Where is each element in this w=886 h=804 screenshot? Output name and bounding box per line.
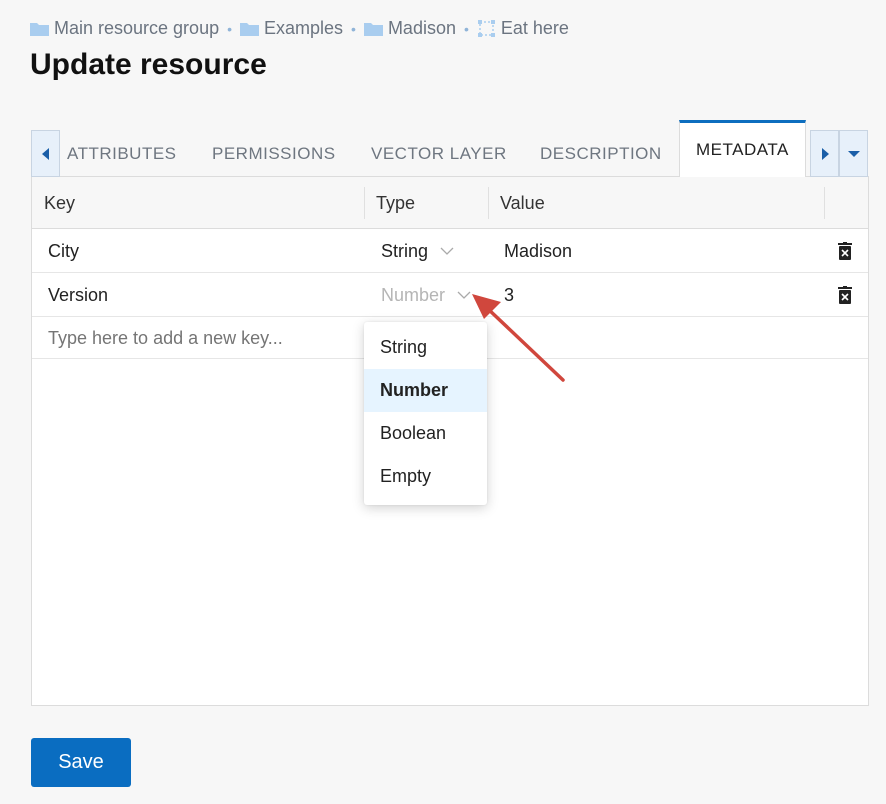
table-row: City String Madison bbox=[32, 229, 868, 273]
breadcrumb-item-madison[interactable]: Madison bbox=[363, 18, 456, 39]
column-divider bbox=[364, 187, 365, 219]
type-option-boolean[interactable]: Boolean bbox=[364, 412, 487, 455]
tab-vector-layer[interactable]: VECTOR LAYER bbox=[371, 130, 507, 177]
breadcrumb-label: Main resource group bbox=[54, 18, 220, 38]
tab-bar: ATTRIBUTES PERMISSIONS VECTOR LAYER DESC… bbox=[31, 120, 869, 177]
breadcrumb-separator: • bbox=[227, 20, 232, 37]
column-divider bbox=[488, 187, 489, 219]
breadcrumb-item-eat-here[interactable]: Eat here bbox=[477, 18, 569, 39]
delete-row-icon[interactable] bbox=[838, 242, 852, 260]
breadcrumb-separator: • bbox=[463, 20, 469, 37]
folder-icon bbox=[30, 23, 49, 36]
caret-left-icon bbox=[41, 147, 49, 160]
new-key-input[interactable]: Type here to add a new key... bbox=[48, 317, 283, 359]
type-dropdown-menu: String Number Boolean Empty bbox=[364, 322, 487, 505]
key-cell[interactable]: City bbox=[48, 229, 79, 273]
folder-icon bbox=[363, 23, 383, 36]
table-header: Key Type Value bbox=[32, 177, 868, 229]
chevron-down-icon bbox=[440, 247, 454, 255]
save-button[interactable]: Save bbox=[31, 738, 131, 787]
breadcrumb-label: Examples bbox=[264, 18, 344, 38]
value-cell[interactable]: Madison bbox=[504, 229, 572, 273]
type-select[interactable]: Number bbox=[381, 273, 471, 317]
breadcrumb-item-examples[interactable]: Examples bbox=[240, 18, 343, 39]
caret-right-icon bbox=[821, 147, 829, 160]
type-select[interactable]: String bbox=[381, 229, 454, 273]
tab-attributes[interactable]: ATTRIBUTES bbox=[67, 130, 177, 177]
page-title: Update resource bbox=[30, 48, 267, 81]
tab-metadata[interactable]: METADATA bbox=[679, 120, 806, 177]
table-row: Version Number 3 bbox=[32, 273, 868, 317]
breadcrumb-item-main-resource-group[interactable]: Main resource group bbox=[30, 18, 219, 39]
value-cell[interactable]: 3 bbox=[504, 273, 514, 317]
type-option-number[interactable]: Number bbox=[364, 369, 487, 412]
type-option-string[interactable]: String bbox=[364, 326, 487, 369]
column-header-key: Key bbox=[44, 192, 76, 213]
breadcrumb: Main resource group • Examples • Madison… bbox=[30, 18, 569, 39]
type-select-value: Number bbox=[381, 284, 446, 305]
key-cell[interactable]: Version bbox=[48, 273, 108, 317]
chevron-down-icon bbox=[457, 291, 471, 299]
column-header-value: Value bbox=[500, 192, 545, 213]
tab-scroll-right-button[interactable] bbox=[810, 130, 839, 177]
column-divider bbox=[824, 187, 825, 219]
tab-permissions[interactable]: PERMISSIONS bbox=[212, 130, 336, 177]
folder-icon bbox=[240, 23, 259, 36]
breadcrumb-label: Eat here bbox=[500, 18, 569, 38]
tab-description[interactable]: DESCRIPTION bbox=[540, 130, 662, 177]
caret-down-icon bbox=[847, 150, 860, 157]
tab-overflow-menu-button[interactable] bbox=[839, 130, 868, 177]
breadcrumb-label: Madison bbox=[387, 18, 456, 38]
type-option-empty[interactable]: Empty bbox=[364, 455, 487, 498]
type-select-value: String bbox=[381, 240, 429, 261]
vector-layer-icon bbox=[477, 20, 495, 37]
tab-scroll-left-button[interactable] bbox=[31, 130, 60, 177]
column-header-type: Type bbox=[376, 192, 416, 213]
breadcrumb-separator: • bbox=[351, 20, 356, 37]
delete-row-icon[interactable] bbox=[838, 286, 852, 304]
